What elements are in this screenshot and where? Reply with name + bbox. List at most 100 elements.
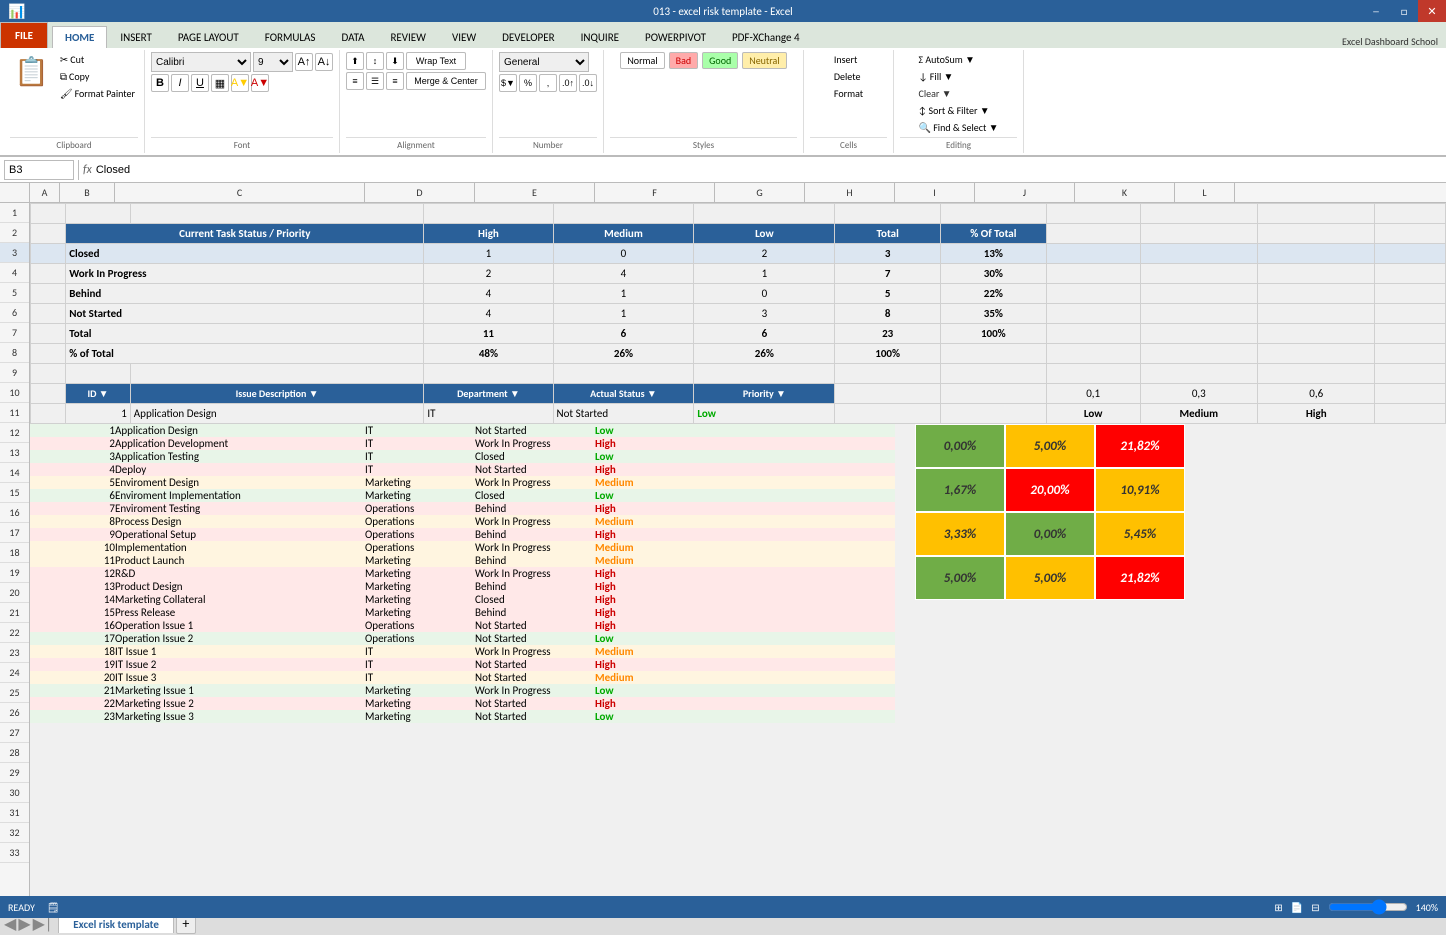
cell-id-header[interactable]: ID ▼ [66,384,131,404]
merge-center-button[interactable]: Merge & Center [406,72,486,90]
cell-g16[interactable] [715,476,805,489]
cell-i3[interactable] [1046,244,1140,264]
cell-h17[interactable] [805,489,895,502]
cell-desc-27[interactable]: Operation Issue 1 [115,619,365,632]
col-header-e[interactable]: E [475,183,595,202]
cell-a31[interactable] [30,671,60,684]
cell-desc-31[interactable]: IT Issue 3 [115,671,365,684]
cell-id-23[interactable]: 12 [60,567,115,580]
tab-insert[interactable]: INSERT [107,26,165,48]
cell-id-31[interactable]: 20 [60,671,115,684]
col-header-a[interactable]: A [30,183,60,202]
cell-wip-total[interactable]: 7 [835,264,941,284]
cell-priority-26[interactable]: High [595,606,715,619]
cell-h31[interactable] [805,671,895,684]
cell-priority-20[interactable]: High [595,528,715,541]
cell-l2[interactable] [1375,224,1446,244]
cell-g29[interactable] [715,645,805,658]
cell-h18[interactable] [805,502,895,515]
cell-status-24[interactable]: Behind [475,580,595,593]
cell-id-12[interactable]: 1 [60,424,115,437]
cell-desc-12[interactable]: Application Design [115,424,365,437]
cell-status-30[interactable]: Not Started [475,658,595,671]
cell-dept-32[interactable]: Marketing [365,684,475,697]
cell-j9[interactable] [1140,364,1257,384]
cell-ns-low[interactable]: 3 [694,304,835,324]
cell-status-16[interactable]: Work In Progress [475,476,595,489]
cell-status-21[interactable]: Work In Progress [475,541,595,554]
cell-dept-15[interactable]: IT [365,463,475,476]
cell-ns-medium[interactable]: 1 [553,304,694,324]
cell-e1[interactable] [553,204,694,224]
cell-i1[interactable] [1046,204,1140,224]
cell-status-26[interactable]: Behind [475,606,595,619]
cell-wip-high[interactable]: 2 [424,264,553,284]
cell-high-header[interactable]: High [424,224,553,244]
cell-behind-high[interactable]: 4 [424,284,553,304]
cell-a23[interactable] [30,567,60,580]
cell-pct-total[interactable]: 100% [835,344,941,364]
cell-desc-20[interactable]: Operational Setup [115,528,365,541]
cell-desc-11[interactable]: Application Design [130,404,424,424]
cell-desc-33[interactable]: Marketing Issue 2 [115,697,365,710]
cell-status-34[interactable]: Not Started [475,710,595,723]
cell-desc-22[interactable]: Product Launch [115,554,365,567]
cell-closed-percent[interactable]: 13% [941,244,1047,264]
cell-wip-medium[interactable]: 4 [553,264,694,284]
cell-a34[interactable] [30,710,60,723]
cell-dept-33[interactable]: Marketing [365,697,475,710]
cell-pct-low[interactable]: 26% [694,344,835,364]
cell-id-25[interactable]: 14 [60,593,115,606]
cell-wip-percent[interactable]: 30% [941,264,1047,284]
sort-filter-button[interactable]: ↕ Sort & Filter ▼ [915,103,1001,118]
cell-total-medium[interactable]: 6 [553,324,694,344]
cell-status-15[interactable]: Not Started [475,463,595,476]
cell-reference-input[interactable] [4,160,74,180]
cell-h21[interactable] [805,541,895,554]
cell-priority-16[interactable]: Medium [595,476,715,489]
cell-id-28[interactable]: 17 [60,632,115,645]
cell-k4[interactable] [1258,264,1375,284]
cell-desc-26[interactable]: Press Release [115,606,365,619]
font-name-select[interactable]: Calibri [151,52,251,72]
cell-status-32[interactable]: Work In Progress [475,684,595,697]
window-controls[interactable]: ─ □ ✕ [1362,0,1446,22]
cell-desc-30[interactable]: IT Issue 2 [115,658,365,671]
cell-j2[interactable] [1140,224,1257,244]
cell-dept-21[interactable]: Operations [365,541,475,554]
cell-i2[interactable] [1046,224,1140,244]
tab-file[interactable]: FILE [0,22,48,48]
comma-button[interactable]: , [539,74,557,92]
maximize-btn[interactable]: □ [1390,0,1418,22]
col-header-g[interactable]: G [715,183,805,202]
cell-g14[interactable] [715,450,805,463]
cell-id-33[interactable]: 22 [60,697,115,710]
cell-i8[interactable] [1046,344,1140,364]
cell-priority-15[interactable]: High [595,463,715,476]
cell-ns-total[interactable]: 8 [835,304,941,324]
cell-dept-header[interactable]: Department ▼ [424,384,553,404]
cell-a18[interactable] [30,502,60,515]
style-good[interactable]: Good [702,52,738,69]
cell-k11[interactable]: High [1258,404,1375,424]
cell-h19[interactable] [805,515,895,528]
col-header-l[interactable]: L [1175,183,1235,202]
cell-g26[interactable] [715,606,805,619]
cell-h12[interactable] [805,424,895,437]
cell-desc-19[interactable]: Process Design [115,515,365,528]
cell-j4[interactable] [1140,264,1257,284]
cell-l4[interactable] [1375,264,1446,284]
cell-status-19[interactable]: Work In Progress [475,515,595,528]
cell-a33[interactable] [30,697,60,710]
view-layout-icon[interactable]: 📄 [1291,901,1303,914]
cell-status-13[interactable]: Work In Progress [475,437,595,450]
underline-button[interactable]: U [191,74,209,92]
cell-h26[interactable] [805,606,895,619]
cell-b1[interactable] [66,204,131,224]
cell-priority-31[interactable]: Medium [595,671,715,684]
cell-l8[interactable] [1375,344,1446,364]
cell-id-22[interactable]: 11 [60,554,115,567]
cell-total-header[interactable]: Total [835,224,941,244]
delete-button[interactable]: Delete [831,69,866,84]
cell-priority-28[interactable]: Low [595,632,715,645]
